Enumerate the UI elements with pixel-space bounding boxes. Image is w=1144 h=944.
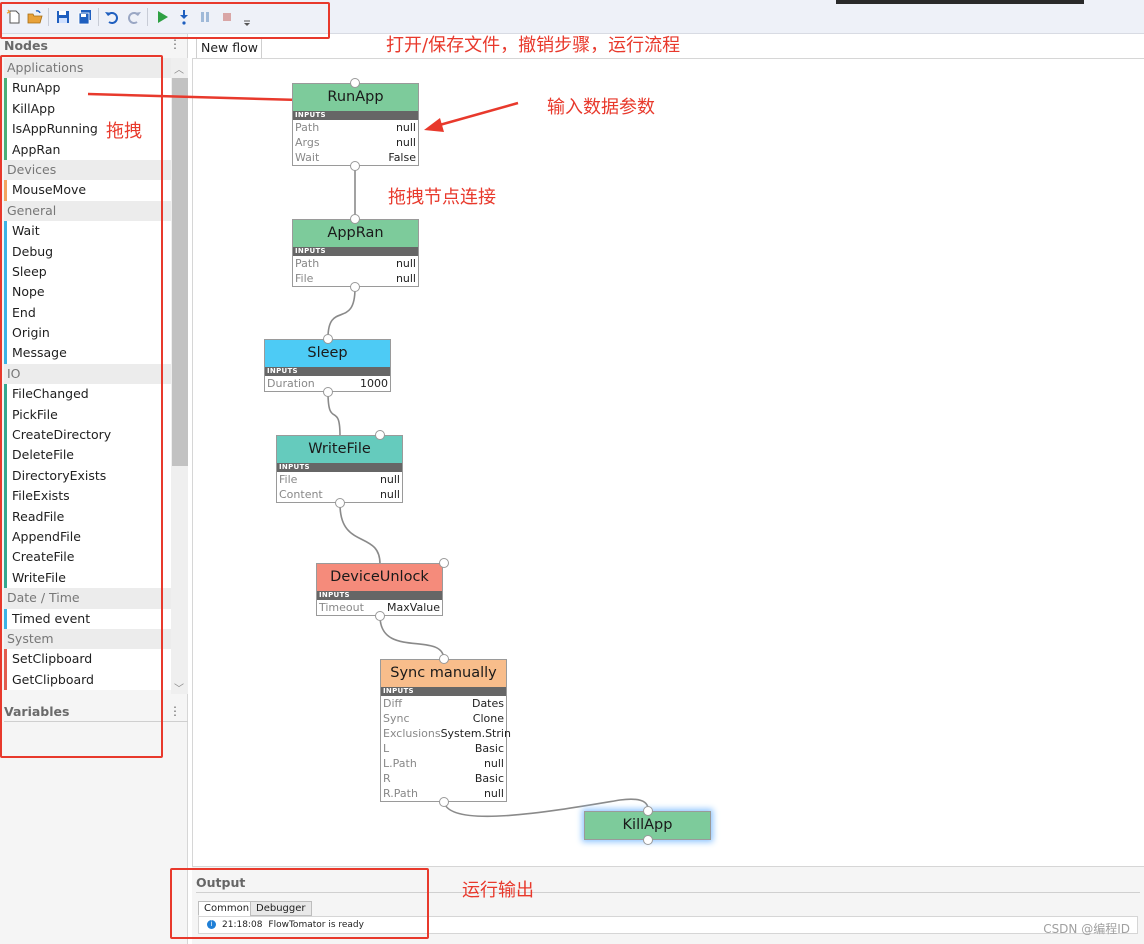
flow-node-inputs-header: INPUTS: [317, 591, 442, 600]
flow-node-title[interactable]: Sleep: [265, 340, 390, 367]
flow-node-title[interactable]: AppRan: [293, 220, 418, 247]
output-port[interactable]: [350, 282, 360, 292]
input-value[interactable]: null: [484, 786, 504, 801]
input-value[interactable]: null: [380, 487, 400, 502]
input-value[interactable]: null: [396, 120, 416, 135]
flow-node-input-row[interactable]: R Basic: [381, 771, 506, 786]
input-name: File: [295, 272, 314, 285]
input-name: Wait: [295, 151, 320, 164]
annotation-toolbar-note: 打开/保存文件，撤销步骤，运行流程: [386, 35, 681, 56]
flow-node-inputs-header: INPUTS: [293, 247, 418, 256]
input-value[interactable]: null: [380, 472, 400, 487]
flow-node-title[interactable]: WriteFile: [277, 436, 402, 463]
input-port[interactable]: [643, 806, 653, 816]
flow-node-writefile[interactable]: WriteFile INPUTS File null Content null: [276, 435, 403, 503]
annotation-arrow-params: [435, 101, 519, 128]
flow-node-input-row[interactable]: L.Path null: [381, 756, 506, 771]
flow-node-title[interactable]: Sync manually: [381, 660, 506, 687]
input-name: File: [279, 473, 298, 486]
input-port[interactable]: [323, 334, 333, 344]
output-port[interactable]: [643, 835, 653, 845]
input-port[interactable]: [375, 430, 385, 440]
input-value[interactable]: null: [396, 135, 416, 150]
input-value[interactable]: Basic: [475, 741, 504, 756]
flow-node-title[interactable]: DeviceUnlock: [317, 564, 442, 591]
annotation-connect-note: 拖拽节点连接: [388, 187, 496, 208]
flow-node-deviceunlock[interactable]: DeviceUnlock INPUTS Timeout MaxValue: [316, 563, 443, 616]
flow-node-input-row[interactable]: L Basic: [381, 741, 506, 756]
output-port[interactable]: [335, 498, 345, 508]
input-port[interactable]: [439, 558, 449, 568]
input-value[interactable]: MaxValue: [387, 600, 440, 615]
input-value[interactable]: 1000: [360, 376, 388, 391]
flow-node-syncmanually[interactable]: Sync manually INPUTS Diff Dates Sync Clone Exc…: [380, 659, 511, 802]
flow-node-input-row[interactable]: File null: [277, 472, 402, 487]
input-name: Content: [279, 488, 323, 501]
input-name: Duration: [267, 377, 315, 390]
input-name: Diff: [383, 697, 403, 710]
flow-node-sleep[interactable]: Sleep INPUTS Duration 1000: [264, 339, 391, 392]
flow-node-inputs-header: INPUTS: [381, 687, 506, 696]
input-port[interactable]: [350, 214, 360, 224]
input-name: L.Path: [383, 757, 417, 770]
input-value[interactable]: System.Strin: [441, 726, 511, 741]
input-value[interactable]: Dates: [472, 696, 504, 711]
output-port[interactable]: [375, 611, 385, 621]
input-name: R.Path: [383, 787, 418, 800]
flow-node-title[interactable]: RunApp: [293, 84, 418, 111]
flow-node-input-row[interactable]: Sync Clone: [381, 711, 506, 726]
flow-node-inputs-header: INPUTS: [277, 463, 402, 472]
annotation-params-note: 输入数据参数: [547, 97, 655, 118]
annotation-output-note: 运行输出: [462, 880, 534, 901]
input-name: L: [383, 742, 390, 755]
input-name: Args: [295, 136, 320, 149]
input-value[interactable]: null: [484, 756, 504, 771]
flow-node-appran[interactable]: AppRan INPUTS Path null File null: [292, 219, 419, 287]
input-value[interactable]: null: [396, 256, 416, 271]
output-port[interactable]: [439, 797, 449, 807]
output-port[interactable]: [350, 161, 360, 171]
annotation-arrow-drag: [87, 92, 301, 102]
input-value[interactable]: False: [388, 150, 416, 165]
flow-node-input-row[interactable]: Path null: [293, 120, 418, 135]
input-value[interactable]: Clone: [473, 711, 504, 726]
input-name: Sync: [383, 712, 410, 725]
flow-node-runapp[interactable]: RunApp INPUTS Path null Args null Wait False: [292, 83, 419, 166]
annotation-arrows: [87, 92, 519, 132]
flow-node-input-row[interactable]: Exclusions System.Strin: [381, 726, 511, 741]
input-port[interactable]: [350, 78, 360, 88]
annotation-drag-note: 拖拽: [106, 121, 142, 142]
input-value[interactable]: Basic: [475, 771, 504, 786]
output-port[interactable]: [323, 387, 333, 397]
flow-node-inputs-header: INPUTS: [265, 367, 390, 376]
flow-node-inputs-header: INPUTS: [293, 111, 418, 120]
input-name: Path: [295, 257, 320, 270]
input-name: Path: [295, 121, 320, 134]
flow-node-input-row[interactable]: Args null: [293, 135, 418, 150]
flow-node-input-row[interactable]: Diff Dates: [381, 696, 506, 711]
flow-node-input-row[interactable]: Path null: [293, 256, 418, 271]
input-name: R: [383, 772, 391, 785]
input-value[interactable]: null: [396, 271, 416, 286]
input-port[interactable]: [439, 654, 449, 664]
input-name: Exclusions: [383, 727, 441, 740]
input-name: Timeout: [319, 601, 364, 614]
